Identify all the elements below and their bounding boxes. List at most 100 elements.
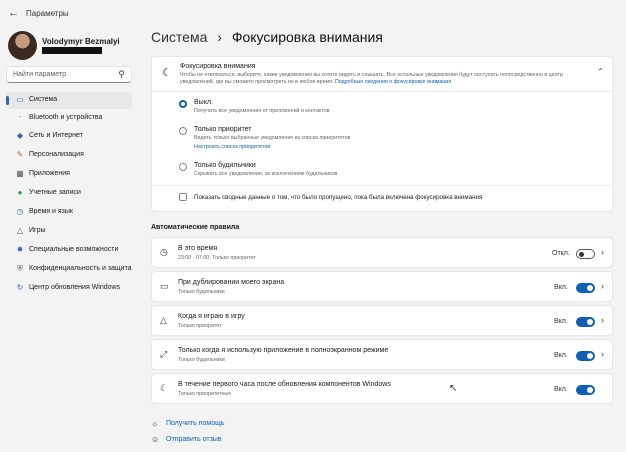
sidebar-item-label: Время и язык	[29, 208, 73, 215]
chevron-right-icon[interactable]: ›	[601, 349, 604, 359]
rule-duplicating-display[interactable]: ▭ При дублировании моего экрана Только б…	[151, 271, 613, 302]
title-bar: ← Параметры	[0, 0, 626, 28]
sidebar-item-label: Сеть и Интернет	[29, 132, 83, 139]
sidebar-item-apps[interactable]: ▦ Приложения	[6, 166, 132, 183]
sidebar-item-privacy[interactable]: ⛨ Конфиденциальность и защита	[6, 261, 132, 278]
summary-checkbox[interactable]	[179, 193, 187, 201]
rule-toggle[interactable]	[576, 385, 595, 395]
chevron-right-icon[interactable]: ›	[601, 247, 604, 257]
rule-toggle[interactable]	[576, 283, 595, 293]
option-priority-label: Только приоритет	[194, 126, 252, 133]
sidebar-item-accessibility[interactable]: ✹ Специальные возможности	[6, 242, 132, 259]
rule-subtitle: 23:00 - 07:00; Только приоритет	[178, 255, 256, 261]
sidebar-item-label: Конфиденциальность и защита	[29, 265, 132, 272]
divider	[152, 91, 612, 92]
rule-toggle[interactable]	[576, 249, 595, 259]
arrow-left-icon[interactable]: ←	[8, 7, 19, 19]
accessibility-icon: ✹	[16, 245, 24, 254]
sidebar-item-bluetooth[interactable]: ᛫ Bluetooth и устройства	[6, 110, 132, 127]
toggle-state-label: Вкл.	[554, 318, 568, 325]
rule-playing-game[interactable]: △ Когда я играю в игру Только приоритет …	[151, 305, 613, 336]
focus-assist-card: ☾ Фокусировка внимания Чтобы не отвлекат…	[151, 56, 613, 212]
rule-title: Только когда я использую приложение в по…	[178, 347, 389, 354]
active-indicator	[6, 96, 9, 105]
sidebar-item-label: Приложения	[29, 170, 70, 177]
search-icon: ⚲	[118, 69, 125, 79]
search-placeholder: Найти параметр	[13, 71, 66, 78]
sidebar-item-label: Центр обновления Windows	[29, 284, 121, 291]
rule-subtitle: Только будильники	[178, 357, 225, 363]
breadcrumb-separator: ›	[217, 29, 222, 45]
radio-priority-only[interactable]	[179, 127, 187, 135]
get-help-link[interactable]: Получить помощь	[166, 420, 225, 427]
priority-list-link[interactable]: Настроить список приоритетов	[194, 144, 270, 150]
sidebar-item-time-language[interactable]: ◷ Время и язык	[6, 204, 132, 221]
update-icon: ↻	[16, 283, 24, 292]
option-off-label: Выкл.	[194, 99, 213, 106]
moon-icon: ☾	[160, 383, 169, 393]
send-feedback-link[interactable]: Отправить отзыв	[166, 436, 222, 443]
radio-alarms-only[interactable]	[179, 163, 187, 171]
feedback-icon: ☺	[151, 435, 160, 444]
app-title: Параметры	[26, 9, 69, 18]
redacted-email	[42, 47, 102, 54]
rule-fullscreen-app[interactable]: ⤢ Только когда я использую приложение в …	[151, 339, 613, 370]
sidebar-item-gaming[interactable]: △ Игры	[6, 223, 132, 240]
gamepad-icon: △	[160, 315, 167, 325]
page-title: Фокусировка внимания	[231, 29, 383, 45]
help-icon: ☼	[151, 419, 159, 428]
fullscreen-icon: ⤢	[160, 349, 168, 359]
rule-toggle[interactable]	[576, 317, 595, 327]
option-alarms-desc: Скрывать все уведомления, за исключением…	[194, 171, 338, 177]
toggle-state-label: Вкл.	[554, 352, 568, 359]
chevron-right-icon[interactable]: ›	[601, 315, 604, 325]
apps-icon: ▦	[16, 169, 24, 178]
focus-assist-title: Фокусировка внимания	[180, 63, 256, 70]
sidebar-item-label: Игры	[29, 227, 46, 234]
sidebar-item-label: Персонализация	[29, 151, 84, 158]
summary-checkbox-label: Показать сводные данные о том, что было …	[194, 194, 483, 201]
sidebar-item-accounts[interactable]: ● Учетные записи	[6, 185, 132, 202]
rule-subtitle: Только будильники	[178, 289, 225, 295]
gamepad-icon: △	[16, 226, 24, 235]
sidebar-item-label: Bluetooth и устройства	[29, 114, 103, 121]
divider	[152, 185, 612, 186]
rule-title: В это время	[178, 245, 218, 252]
chevron-up-icon[interactable]: ⌃	[597, 67, 604, 76]
sidebar-item-personalization[interactable]: ✎ Персонализация	[6, 147, 132, 164]
radio-off[interactable]	[179, 100, 187, 108]
rule-after-windows-update[interactable]: ☾ В течение первого часа после обновлени…	[151, 373, 613, 404]
avatar[interactable]	[8, 31, 37, 60]
focus-description-2: уведомлений, где вы сможете просмотреть …	[180, 79, 334, 85]
automatic-rules-heading: Автоматические правила	[151, 224, 240, 231]
bluetooth-icon: ᛫	[17, 113, 23, 122]
system-icon: ▭	[16, 95, 24, 104]
rule-subtitle: Только приоритет	[178, 323, 222, 329]
clock-icon: ◷	[160, 247, 168, 257]
breadcrumb: Система › Фокусировка внимания	[151, 29, 383, 45]
brush-icon: ✎	[16, 150, 24, 159]
toggle-state-label: Откл.	[552, 250, 570, 257]
sidebar-item-windows-update[interactable]: ↻ Центр обновления Windows	[6, 280, 132, 297]
option-alarms-label: Только будильники	[194, 162, 256, 169]
rule-title: При дублировании моего экрана	[178, 279, 285, 286]
rule-during-these-times[interactable]: ◷ В это время 23:00 - 07:00; Только прио…	[151, 237, 613, 268]
learn-more-link[interactable]: Подробные сведения о фокусировке внимани…	[335, 79, 451, 85]
chevron-right-icon[interactable]: ›	[601, 281, 604, 291]
monitor-icon: ▭	[160, 281, 169, 291]
toggle-state-label: Вкл.	[554, 284, 568, 291]
moon-icon: ☾	[162, 67, 172, 79]
search-input[interactable]: Найти параметр ⚲	[6, 66, 132, 83]
sidebar-item-label: Учетные записи	[29, 189, 81, 196]
sidebar-item-network[interactable]: ◆ Сеть и Интернет	[6, 128, 132, 145]
rule-toggle[interactable]	[576, 351, 595, 361]
breadcrumb-parent[interactable]: Система	[151, 29, 207, 45]
globe-icon: ◷	[16, 207, 24, 216]
mouse-cursor-icon: ↖	[449, 383, 458, 394]
focus-description-1: Чтобы не отвлекаться, выберите, какие ув…	[180, 72, 563, 78]
accounts-icon: ●	[17, 188, 23, 197]
sidebar-item-system[interactable]: ▭ Система	[6, 92, 132, 109]
wifi-icon: ◆	[16, 131, 24, 140]
sidebar-item-label: Специальные возможности	[29, 246, 119, 253]
toggle-state-label: Вкл.	[554, 386, 568, 393]
